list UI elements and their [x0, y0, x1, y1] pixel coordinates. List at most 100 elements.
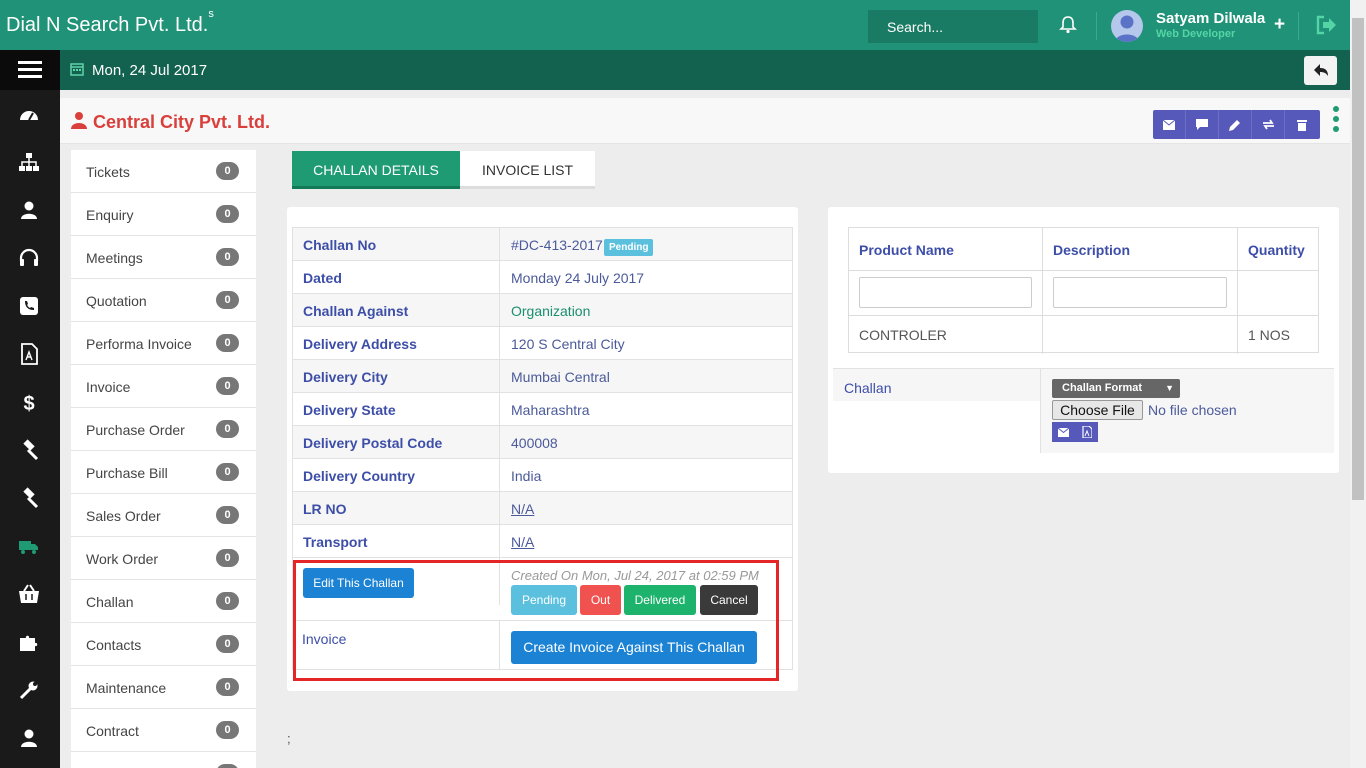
list-item[interactable]: Enquiry 0 — [71, 193, 256, 236]
pdf-challan-button[interactable] — [1075, 422, 1098, 442]
scrollbar-thumb[interactable] — [1352, 18, 1364, 500]
list-item[interactable]: Purchase Order 0 — [71, 408, 256, 451]
challan-format-select[interactable]: Challan Format ▼ — [1052, 379, 1180, 398]
icon-sidebar: $ — [0, 90, 60, 768]
menu-toggle-button[interactable] — [0, 50, 60, 90]
challan-export-actions — [1052, 422, 1098, 442]
description-filter[interactable] — [1053, 277, 1227, 308]
list-item-label: Quotation — [86, 293, 147, 309]
list-item[interactable]: Performa Invoice 0 — [71, 322, 256, 365]
envelope-icon — [1058, 427, 1069, 437]
count-badge: 0 — [216, 678, 239, 696]
product-name-header: Product Name — [859, 242, 954, 258]
basket-icon[interactable] — [18, 583, 40, 605]
list-item[interactable]: Meetings 0 — [71, 236, 256, 279]
list-item-label: Invoice — [86, 379, 131, 395]
count-badge: 0 — [216, 549, 239, 567]
sitemap-icon[interactable] — [18, 151, 40, 173]
list-item-label: Enquiry — [86, 207, 134, 223]
comment-button[interactable] — [1186, 110, 1219, 139]
description-header: Description — [1053, 242, 1131, 258]
status-badge: Pending — [604, 239, 654, 256]
phone-icon[interactable] — [18, 295, 40, 317]
file-status: No file chosen — [1148, 402, 1237, 418]
list-item-label: Performa Invoice — [86, 336, 192, 352]
count-badge: 0 — [216, 291, 239, 309]
count-badge: 0 — [216, 334, 239, 352]
record-actions — [1153, 110, 1320, 139]
choose-file-button[interactable]: Choose File — [1052, 400, 1143, 420]
header-divider — [1298, 12, 1299, 40]
quantity-cell: 1 NOS — [1248, 327, 1291, 343]
tab-challan-details[interactable]: CHALLAN DETAILS — [292, 151, 460, 189]
count-badge: 0 — [216, 592, 239, 610]
count-badge: 0 — [216, 377, 239, 395]
list-item-label: Maintenance — [86, 680, 167, 696]
email-button[interactable] — [1153, 110, 1186, 139]
puzzle-icon[interactable] — [18, 631, 40, 653]
refresh-button[interactable] — [1252, 110, 1285, 139]
list-item[interactable]: Challan 0 — [71, 580, 256, 623]
brand-text[interactable]: Dial N Search Pvt. Ltd. — [6, 14, 208, 36]
list-item[interactable]: Work Order 0 — [71, 537, 256, 580]
list-item-label: Tickets — [86, 164, 130, 180]
edit-button[interactable] — [1219, 110, 1252, 139]
pdf-icon[interactable] — [18, 343, 40, 365]
calendar-icon — [70, 63, 84, 76]
list-item-label: Challan — [86, 594, 134, 610]
gavel-icon[interactable] — [18, 487, 40, 509]
dashboard-icon[interactable] — [18, 104, 40, 126]
email-challan-button[interactable] — [1052, 422, 1075, 442]
more-options-icon[interactable] — [1332, 106, 1340, 132]
quantity-header: Quantity — [1248, 242, 1305, 258]
wrench-icon[interactable] — [18, 679, 40, 701]
svg-text:$: $ — [23, 393, 34, 413]
list-item-label: Meetings — [86, 250, 143, 266]
module-list: Tickets 0 Enquiry 0 Meetings 0 Quotation 0 Perfo… — [71, 150, 256, 768]
product-name-filter[interactable] — [859, 277, 1032, 308]
truck-icon[interactable] — [18, 535, 40, 557]
product-name-cell: CONTROLER — [859, 327, 947, 343]
list-item[interactable] — [71, 752, 256, 768]
count-badge: 0 — [216, 420, 239, 438]
brand-title[interactable]: Dial N Search Pvt. Ltd.s — [6, 8, 214, 37]
list-item[interactable]: Purchase Bill 0 — [71, 451, 256, 494]
headset-icon[interactable] — [18, 247, 40, 269]
gavel-icon[interactable] — [18, 439, 40, 461]
avatar[interactable] — [1111, 10, 1143, 42]
pdf-icon — [1081, 426, 1092, 438]
count-badge — [216, 764, 239, 768]
list-item[interactable]: Quotation 0 — [71, 279, 256, 322]
brand-sup: s — [208, 8, 214, 20]
list-item[interactable]: Invoice 0 — [71, 365, 256, 408]
list-item[interactable]: Contacts 0 — [71, 623, 256, 666]
header-divider — [1096, 12, 1097, 40]
list-item-label: Work Order — [86, 551, 159, 567]
list-item[interactable]: Contract 0 — [71, 709, 256, 752]
comment-icon — [1196, 119, 1208, 130]
user-name[interactable]: Satyam Dilwala — [1156, 10, 1265, 27]
list-item[interactable]: Maintenance 0 — [71, 666, 256, 709]
count-badge: 0 — [216, 635, 239, 653]
list-item[interactable]: Tickets 0 — [71, 150, 256, 193]
tab-invoice-list[interactable]: INVOICE LIST — [460, 151, 595, 189]
user-icon[interactable] — [18, 727, 40, 749]
trash-icon — [1296, 119, 1307, 131]
delete-button[interactable] — [1285, 110, 1318, 139]
list-item[interactable]: Sales Order 0 — [71, 494, 256, 537]
list-item-label: Purchase Order — [86, 422, 185, 438]
back-button[interactable] — [1304, 56, 1337, 85]
count-badge: 0 — [216, 162, 239, 180]
list-item-label: Contacts — [86, 637, 142, 653]
exchange-icon — [1262, 119, 1274, 130]
user-icon[interactable] — [18, 199, 40, 221]
dollar-icon[interactable]: $ — [18, 391, 40, 413]
search-input[interactable]: Search... — [868, 10, 1038, 43]
count-badge: 0 — [216, 205, 239, 223]
logout-icon[interactable] — [1315, 15, 1337, 35]
bell-icon[interactable] — [1058, 15, 1078, 35]
add-button[interactable]: + — [1274, 14, 1285, 36]
count-badge: 0 — [216, 721, 239, 739]
caret-down-icon: ▼ — [1165, 383, 1174, 393]
challan-format-label: Challan Format — [1062, 382, 1143, 394]
